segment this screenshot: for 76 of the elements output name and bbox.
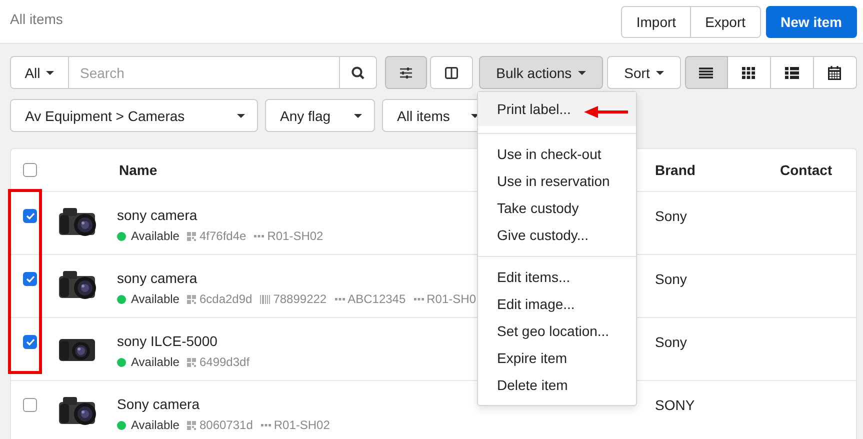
status-text: Available [131, 418, 180, 432]
qr-code-icon [187, 420, 196, 430]
checkmark-icon [26, 338, 34, 346]
columns-icon [445, 66, 458, 78]
item-code: 6cda2d9d [199, 292, 252, 306]
item-code: ABC12345 [348, 292, 406, 306]
menu-item[interactable]: Edit image... [478, 291, 636, 318]
header-button[interactable]: Export [691, 6, 761, 38]
item-code: 4f76fd4e [199, 229, 246, 243]
sort-dropdown[interactable]: Sort [607, 56, 681, 89]
checkmark-icon [26, 212, 34, 220]
menu-item[interactable]: Use in check-out [478, 141, 636, 168]
menu-item[interactable]: Use in reservation [478, 168, 636, 195]
item-name[interactable]: sony ILCE-5000 [117, 333, 218, 349]
search-icon [351, 66, 365, 80]
list-view-button[interactable] [684, 56, 728, 89]
status-text: Available [131, 229, 180, 243]
page-title: All items [10, 10, 63, 26]
arrow-annotation [584, 105, 628, 119]
menu-item[interactable]: Expire item [478, 345, 636, 372]
grid-icon [742, 66, 756, 78]
filter-dropdown[interactable]: Any flag [265, 99, 375, 132]
item-name[interactable]: sony camera [117, 207, 198, 223]
search-field[interactable]: Search [69, 56, 339, 89]
status-text: Available [131, 355, 180, 369]
menu-item[interactable]: Take custody [478, 195, 636, 222]
detail-list-icon [784, 66, 799, 78]
table-cell: Sony [655, 271, 687, 287]
header-button[interactable]: Import [621, 6, 692, 38]
grid-view-button[interactable] [728, 56, 771, 89]
column-header[interactable]: Contact [780, 162, 832, 178]
select-all-checkbox[interactable] [23, 163, 37, 177]
item-code: 6499d3df [199, 355, 250, 369]
item-code: 78899222 [273, 292, 327, 306]
columns-toggle-button[interactable] [430, 56, 473, 89]
qr-code-icon [187, 358, 196, 366]
column-header[interactable]: Brand [655, 162, 696, 178]
table-cell: Sony [655, 208, 687, 224]
calendar-view-button[interactable] [814, 56, 857, 89]
calendar-icon [828, 66, 842, 80]
row-checkbox[interactable] [23, 335, 37, 349]
menu-item[interactable]: Print label... [478, 92, 636, 126]
list-icon [699, 66, 714, 78]
new-item-button[interactable]: New item [766, 6, 857, 38]
item-code: R01-SH02 [274, 418, 330, 432]
row-checkbox[interactable] [23, 398, 37, 412]
dots-icon [334, 298, 345, 300]
menu-item[interactable]: Edit items... [478, 264, 636, 291]
menu-item[interactable]: Give custody... [478, 222, 636, 249]
column-header[interactable]: Name [119, 162, 158, 178]
status-text: Available [131, 292, 180, 306]
qr-code-icon [187, 294, 196, 304]
sliders-icon [399, 66, 414, 78]
details-view-button[interactable] [770, 56, 814, 89]
dots-icon [260, 424, 271, 426]
menu-item[interactable]: Set geo location... [478, 318, 636, 345]
bulk-actions-dropdown[interactable]: Bulk actions [478, 56, 604, 89]
barcode-icon [260, 294, 270, 304]
search-button[interactable] [339, 56, 377, 89]
filter-dropdown[interactable]: Av Equipment > Cameras [10, 99, 258, 132]
item-name[interactable]: Sony camera [117, 396, 200, 412]
dots-icon [254, 234, 264, 238]
dots-icon [414, 298, 424, 300]
table-cell: SONY [655, 397, 695, 413]
item-code: 8060731d [199, 418, 253, 432]
item-name[interactable]: sony camera [117, 270, 198, 286]
table-cell: Sony [655, 334, 687, 350]
row-checkbox[interactable] [23, 209, 37, 223]
row-checkbox[interactable] [23, 272, 37, 286]
qr-code-icon [187, 232, 196, 240]
checkmark-icon [26, 275, 34, 283]
scope-dropdown[interactable]: All [10, 56, 69, 89]
item-code: R01-SH02 [267, 229, 324, 243]
item-code: R01-SH0 [426, 292, 476, 306]
menu-item[interactable]: Delete item [478, 372, 636, 399]
filter-toggle-button[interactable] [385, 56, 428, 89]
